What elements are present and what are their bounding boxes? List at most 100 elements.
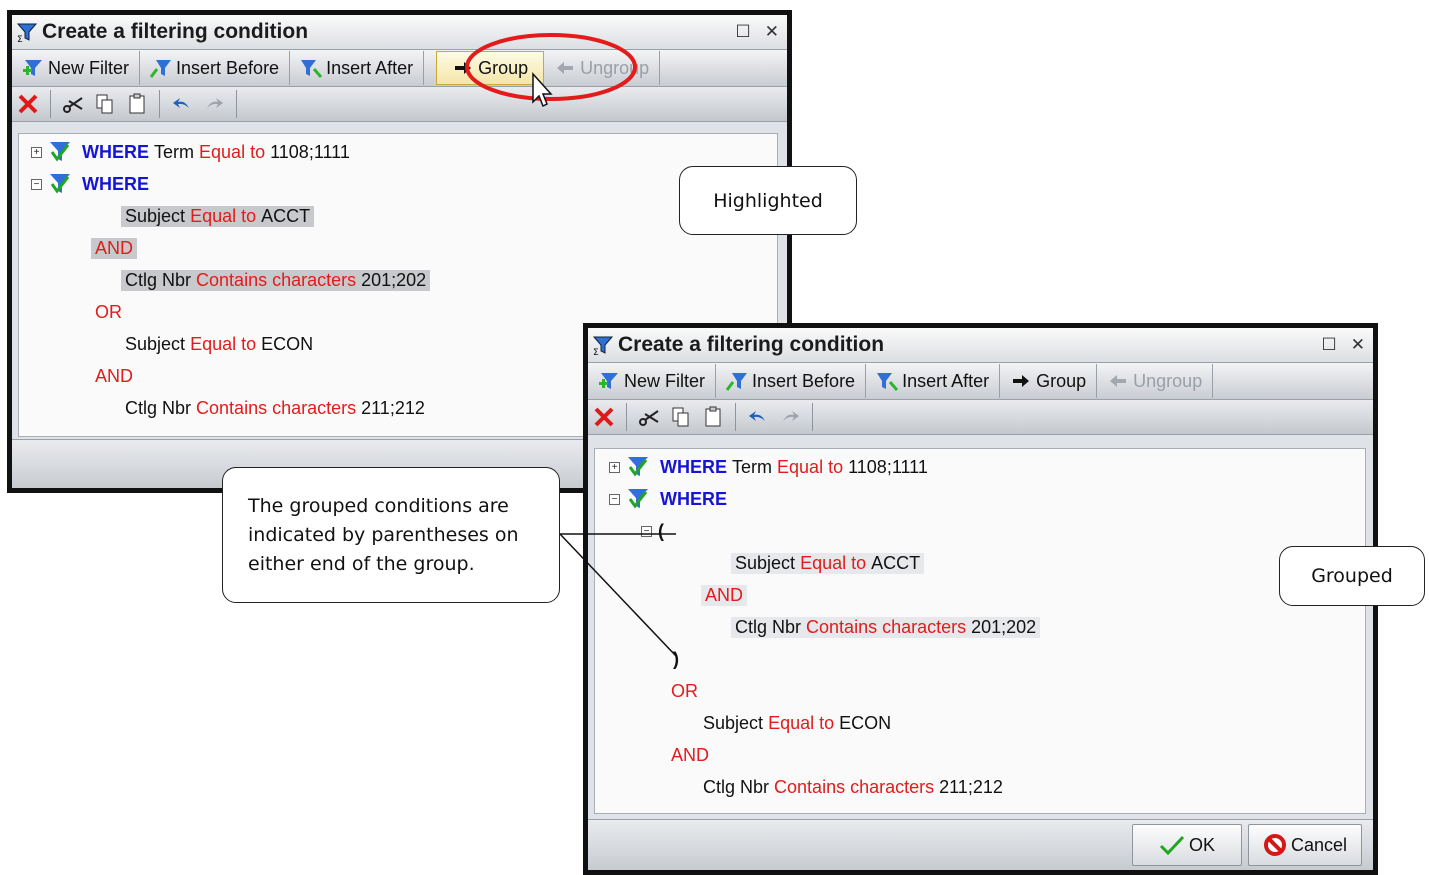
tree-row-subject-acct[interactable]: Subject Equal to ACCT [731, 549, 925, 577]
redo-button[interactable] [198, 89, 230, 119]
tree-row-subject-econ[interactable]: Subject Equal to ECON [125, 330, 313, 358]
insert-after-button[interactable]: Insert After [290, 51, 425, 85]
condition-operator: Contains characters [196, 397, 357, 418]
insert-after-icon [301, 60, 323, 78]
condition-field: Ctlg Nbr [125, 397, 192, 418]
condition-field: Subject [735, 552, 796, 573]
tree-row-and-2[interactable]: AND [671, 741, 709, 769]
tree-row-ctlg-201[interactable]: Ctlg Nbr Contains characters 201;202 [731, 613, 1041, 641]
filter-sigma-icon: Σ [592, 336, 614, 356]
condition-tree: + WHERE Term Equal to 1108;1111 − WHERE … [594, 448, 1366, 814]
cancel-circle-icon [1263, 834, 1286, 856]
insert-before-icon [726, 373, 748, 391]
tree-row-ctlg-201[interactable]: Ctlg Nbr Contains characters 201;202 [121, 266, 431, 294]
paste-button[interactable] [121, 89, 153, 119]
new-filter-label: New Filter [48, 57, 130, 78]
dialog-footer: OK Cancel [588, 819, 1373, 870]
tree-row-where[interactable]: − WHERE [609, 485, 727, 513]
edit-toolbar [12, 87, 787, 122]
condition-operator: Equal to [199, 141, 266, 162]
copy-button[interactable] [665, 402, 697, 432]
open-paren: ( [658, 520, 664, 541]
condition-operator: Equal to [800, 552, 867, 573]
where-keyword: WHERE [660, 488, 727, 509]
condition-operator: Equal to [777, 456, 844, 477]
dialog-title: Create a filtering condition [42, 20, 309, 43]
close-icon[interactable]: ✕ [765, 22, 779, 42]
ungroup-button[interactable]: Ungroup [1097, 364, 1214, 398]
close-paren: ) [673, 648, 679, 669]
expand-icon[interactable]: + [31, 146, 42, 158]
cancel-button[interactable]: Cancel [1248, 824, 1362, 866]
tree-row-group-close[interactable]: ) [673, 645, 679, 673]
tree-row-where[interactable]: − WHERE [31, 170, 149, 198]
ungroup-label: Ungroup [580, 57, 650, 78]
cut-button[interactable] [633, 402, 665, 432]
insert-before-button[interactable]: Insert Before [140, 51, 291, 85]
insert-before-label: Insert Before [176, 57, 280, 78]
new-filter-button[interactable]: New Filter [12, 51, 141, 85]
condition-operator: Contains characters [196, 269, 357, 290]
tree-row-and-2[interactable]: AND [95, 362, 133, 390]
redo-icon [207, 98, 223, 108]
collapse-icon[interactable]: − [609, 493, 620, 505]
collapse-icon[interactable]: − [641, 525, 652, 537]
insert-after-button[interactable]: Insert After [866, 364, 1001, 398]
tree-row-group-open[interactable]: − ( [641, 517, 664, 545]
undo-button[interactable] [742, 402, 774, 432]
and-keyword: AND [91, 237, 138, 259]
condition-field: Subject [125, 205, 186, 226]
callout-note-line: either end of the group. [248, 552, 475, 575]
redo-button[interactable] [774, 402, 806, 432]
or-keyword: OR [95, 301, 122, 322]
callout-highlighted-text: Highlighted [713, 189, 823, 212]
tree-row-subject-acct[interactable]: Subject Equal to ACCT [121, 202, 315, 230]
and-keyword: AND [95, 365, 134, 386]
tree-row-where-term[interactable]: + WHERE Term Equal to 1108;1111 [609, 453, 928, 481]
condition-field: Ctlg Nbr [735, 616, 802, 637]
cut-button[interactable] [57, 89, 89, 119]
cancel-label: Cancel [1290, 834, 1348, 855]
filter-check-icon [50, 174, 70, 194]
tree-row-where-term[interactable]: + WHERE Term Equal to 1108;1111 [31, 138, 350, 166]
ungroup-label: Ungroup [1133, 370, 1203, 391]
insert-before-button[interactable]: Insert Before [716, 364, 867, 398]
tree-row-and[interactable]: AND [91, 234, 138, 262]
condition-operator: Equal to [768, 712, 835, 733]
where-keyword: WHERE [82, 173, 149, 194]
delete-button[interactable] [588, 402, 620, 432]
filter-sigma-icon: Σ [16, 23, 38, 43]
copy-button[interactable] [89, 89, 121, 119]
maximize-icon[interactable]: ☐ [1322, 335, 1337, 355]
group-button[interactable]: Group [1000, 364, 1098, 398]
tree-row-ctlg-211[interactable]: Ctlg Nbr Contains characters 211;212 [125, 394, 425, 422]
tree-row-and[interactable]: AND [701, 581, 748, 609]
condition-field: Ctlg Nbr [125, 269, 192, 290]
ungroup-button[interactable]: Ungroup [544, 51, 661, 85]
group-button[interactable]: Group [436, 51, 545, 85]
insert-after-label: Insert After [326, 57, 414, 78]
condition-value: 211;212 [939, 776, 1003, 797]
ok-button[interactable]: OK [1132, 824, 1242, 866]
tree-row-subject-econ[interactable]: Subject Equal to ECON [703, 709, 891, 737]
callout-highlighted: Highlighted [679, 166, 857, 235]
collapse-icon[interactable]: − [31, 178, 42, 190]
tree-row-or[interactable]: OR [95, 298, 122, 326]
expand-icon[interactable]: + [609, 461, 620, 473]
delete-button[interactable] [12, 89, 44, 119]
condition-value: ACCT [261, 205, 311, 226]
condition-operator: Equal to [190, 333, 257, 354]
paste-button[interactable] [697, 402, 729, 432]
condition-value: ECON [839, 712, 892, 733]
dialog-title: Create a filtering condition [618, 333, 885, 356]
tree-row-ctlg-211[interactable]: Ctlg Nbr Contains characters 211;212 [703, 773, 1003, 801]
new-filter-button[interactable]: New Filter [588, 364, 717, 398]
tree-row-or[interactable]: OR [671, 677, 698, 705]
or-keyword: OR [671, 680, 698, 701]
edit-toolbar [588, 400, 1373, 435]
close-icon[interactable]: ✕ [1351, 335, 1365, 355]
condition-operator: Equal to [190, 205, 257, 226]
maximize-icon[interactable]: ☐ [736, 22, 751, 42]
undo-button[interactable] [166, 89, 198, 119]
paste-icon [705, 406, 721, 427]
